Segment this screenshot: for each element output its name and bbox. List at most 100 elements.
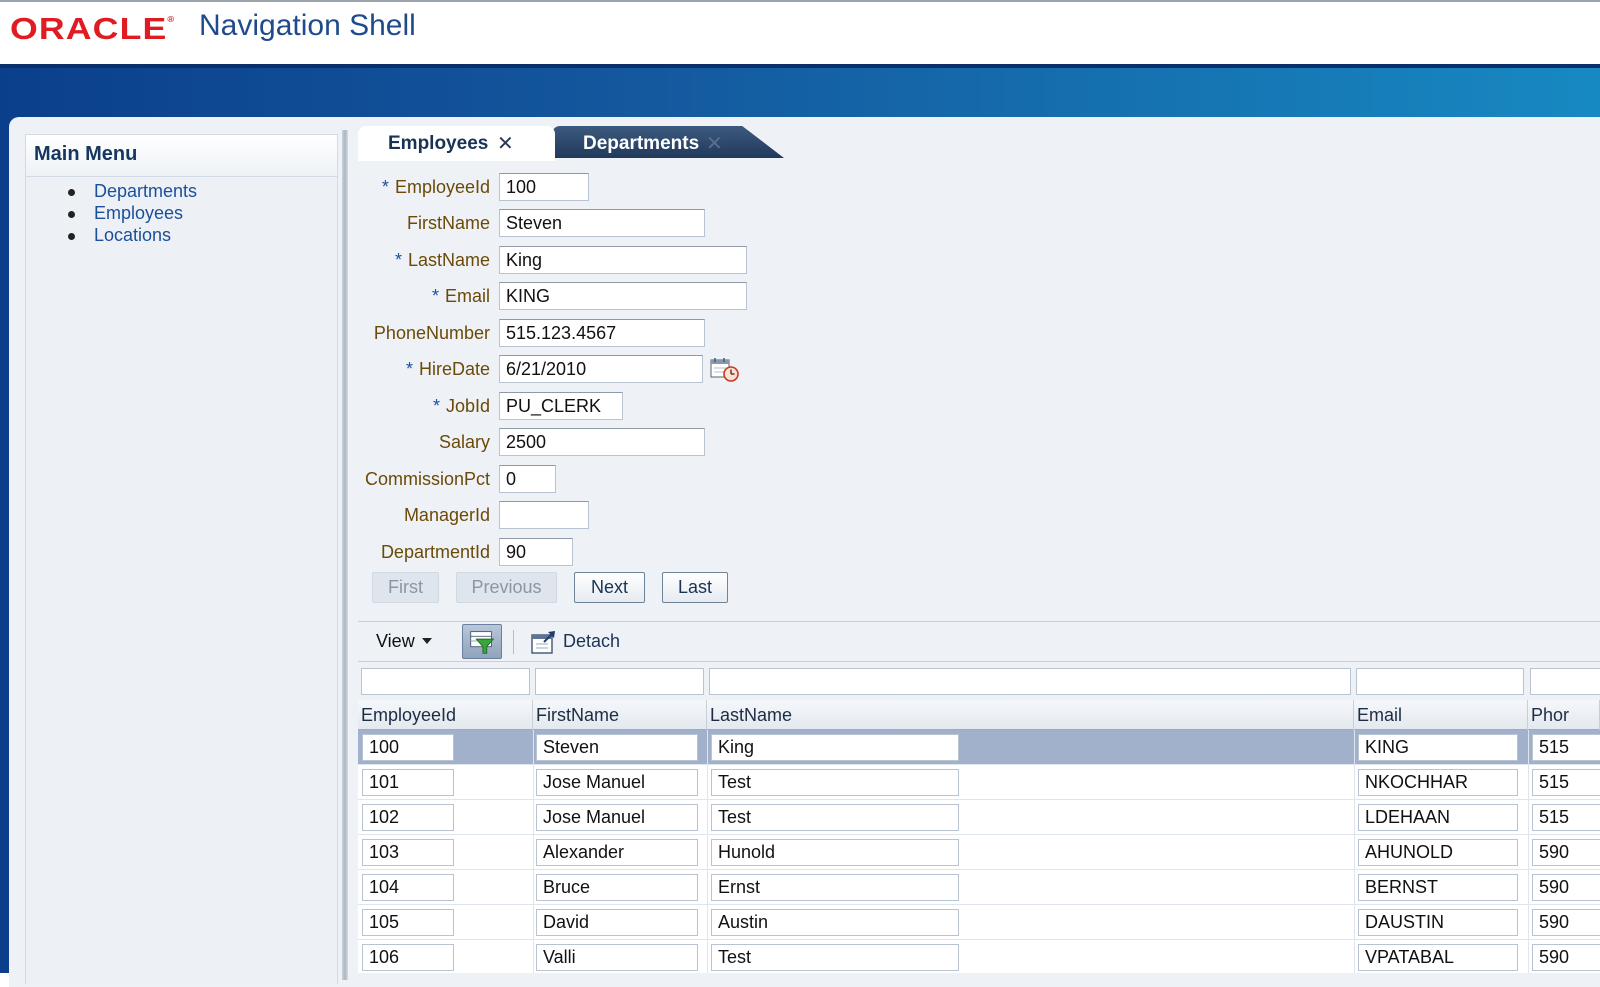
cell-first-name[interactable]: David (536, 909, 698, 936)
close-icon[interactable]: ✕ (706, 131, 723, 156)
cell-email[interactable]: BERNST (1358, 874, 1518, 901)
phone-number-input[interactable]: 515.123.4567 (499, 319, 705, 347)
column-header-employee-id[interactable]: EmployeeId (358, 700, 533, 730)
manager-id-input[interactable] (499, 501, 589, 529)
panel-splitter[interactable] (342, 130, 348, 980)
cell-first-name[interactable]: Valli (536, 944, 698, 971)
menu-link-departments[interactable]: Departments (94, 181, 197, 202)
cell-last-name[interactable]: Test (711, 804, 959, 831)
cell-phone[interactable]: 590 (1532, 944, 1600, 971)
employee-id-input[interactable]: 100 (499, 173, 589, 201)
cell-first-name[interactable]: Bruce (536, 874, 698, 901)
column-divider (707, 835, 708, 870)
department-id-input[interactable]: 90 (499, 538, 573, 566)
table-row[interactable]: 103 Alexander Hunold AHUNOLD 590 (358, 835, 1600, 870)
filter-input-first-name[interactable] (535, 668, 704, 695)
query-by-example-button[interactable] (462, 624, 502, 659)
cell-last-name[interactable]: King (711, 734, 959, 761)
last-name-input[interactable]: King (499, 246, 747, 274)
column-divider (1528, 940, 1529, 973)
first-name-input[interactable]: Steven (499, 209, 705, 237)
employee-form: * EmployeeId 100 FirstName Steven * LastNa… (358, 161, 1600, 621)
field-label: CommissionPct (364, 469, 490, 489)
previous-button[interactable]: Previous (456, 572, 557, 603)
table-row[interactable]: 105 David Austin DAUSTIN 590 (358, 905, 1600, 940)
cell-phone[interactable]: 590 (1532, 909, 1600, 936)
column-divider (533, 730, 534, 765)
cell-last-name[interactable]: Austin (711, 909, 959, 936)
cell-employee-id[interactable]: 101 (362, 769, 454, 796)
table-row[interactable]: 104 Bruce Ernst BERNST 590 (358, 870, 1600, 905)
cell-employee-id[interactable]: 100 (362, 734, 454, 761)
column-header-first-name[interactable]: FirstName (533, 700, 707, 730)
cell-first-name[interactable]: Steven (536, 734, 698, 761)
cell-employee-id[interactable]: 105 (362, 909, 454, 936)
app-header: ORACLE® Navigation Shell (0, 0, 1600, 64)
column-divider (1528, 800, 1529, 835)
cell-employee-id[interactable]: 104 (362, 874, 454, 901)
cell-last-name[interactable]: Hunold (711, 839, 959, 866)
cell-phone[interactable]: 590 (1532, 874, 1600, 901)
table-row[interactable]: 100 Steven King KING 515 (358, 730, 1600, 765)
cell-email[interactable]: AHUNOLD (1358, 839, 1518, 866)
cell-first-name[interactable]: Jose Manuel (536, 769, 698, 796)
cell-email[interactable]: NKOCHHAR (1358, 769, 1518, 796)
tab-employees-label: Employees (388, 133, 489, 154)
cell-employee-id[interactable]: 103 (362, 839, 454, 866)
column-header-email[interactable]: Email (1354, 700, 1528, 730)
cell-phone[interactable]: 515 (1532, 804, 1600, 831)
cell-phone[interactable]: 590 (1532, 839, 1600, 866)
filter-input-last-name[interactable] (709, 668, 1351, 695)
cell-employee-id[interactable]: 102 (362, 804, 454, 831)
filter-input-phone[interactable] (1530, 668, 1600, 695)
table-row[interactable]: 106 Valli Test VPATABAL 590 (358, 940, 1600, 973)
detach-button[interactable]: Detach (563, 631, 620, 652)
table-row[interactable]: 101 Jose Manuel Test NKOCHHAR 515 (358, 765, 1600, 800)
column-header-phone[interactable]: Phor (1528, 700, 1600, 730)
cell-employee-id[interactable]: 106 (362, 944, 454, 971)
column-divider (1528, 870, 1529, 905)
column-divider (1354, 870, 1355, 905)
cell-email[interactable]: DAUSTIN (1358, 909, 1518, 936)
required-mark: * (431, 286, 439, 306)
filter-input-email[interactable] (1356, 668, 1524, 695)
hire-date-input[interactable]: 6/21/2010 (499, 355, 703, 383)
cell-first-name[interactable]: Jose Manuel (536, 804, 698, 831)
commission-pct-input[interactable]: 0 (499, 465, 556, 493)
table-row[interactable]: 102 Jose Manuel Test LDEHAAN 515 (358, 800, 1600, 835)
first-button[interactable]: First (372, 572, 439, 603)
tab-employees[interactable]: Employees ✕ (358, 126, 555, 161)
column-header-last-name[interactable]: LastName (707, 700, 1354, 730)
cell-last-name[interactable]: Ernst (711, 874, 959, 901)
cell-email[interactable]: VPATABAL (1358, 944, 1518, 971)
cell-email[interactable]: LDEHAAN (1358, 804, 1518, 831)
field-department-id: DepartmentId 90 (358, 538, 1158, 566)
column-divider (533, 905, 534, 940)
column-divider (533, 940, 534, 973)
cell-first-name[interactable]: Alexander (536, 839, 698, 866)
field-label-text: HireDate (418, 359, 490, 379)
email-input[interactable]: KING (499, 282, 747, 310)
cell-last-name[interactable]: Test (711, 769, 959, 796)
cell-phone[interactable]: 515 (1532, 769, 1600, 796)
menu-link-locations[interactable]: Locations (94, 225, 171, 246)
cell-email[interactable]: KING (1358, 734, 1518, 761)
salary-input[interactable]: 2500 (499, 428, 705, 456)
cell-last-name[interactable]: Test (711, 944, 959, 971)
calendar-icon[interactable] (710, 357, 740, 383)
close-icon[interactable]: ✕ (497, 131, 514, 156)
last-button[interactable]: Last (662, 572, 728, 603)
view-menu[interactable]: View (376, 631, 415, 652)
detach-icon[interactable] (530, 630, 556, 656)
chevron-down-icon[interactable] (422, 638, 432, 644)
job-id-input[interactable]: PU_CLERK (499, 392, 623, 420)
field-commission-pct: CommissionPct 0 (358, 465, 1158, 493)
next-button[interactable]: Next (574, 572, 645, 603)
tab-departments-label: Departments (583, 133, 700, 154)
field-label: PhoneNumber (373, 323, 490, 343)
cell-phone[interactable]: 515 (1532, 734, 1600, 761)
logo-text: ORACLE (10, 11, 168, 46)
required-mark: * (405, 359, 413, 379)
filter-input-employee-id[interactable] (361, 668, 530, 695)
menu-link-employees[interactable]: Employees (94, 203, 183, 224)
